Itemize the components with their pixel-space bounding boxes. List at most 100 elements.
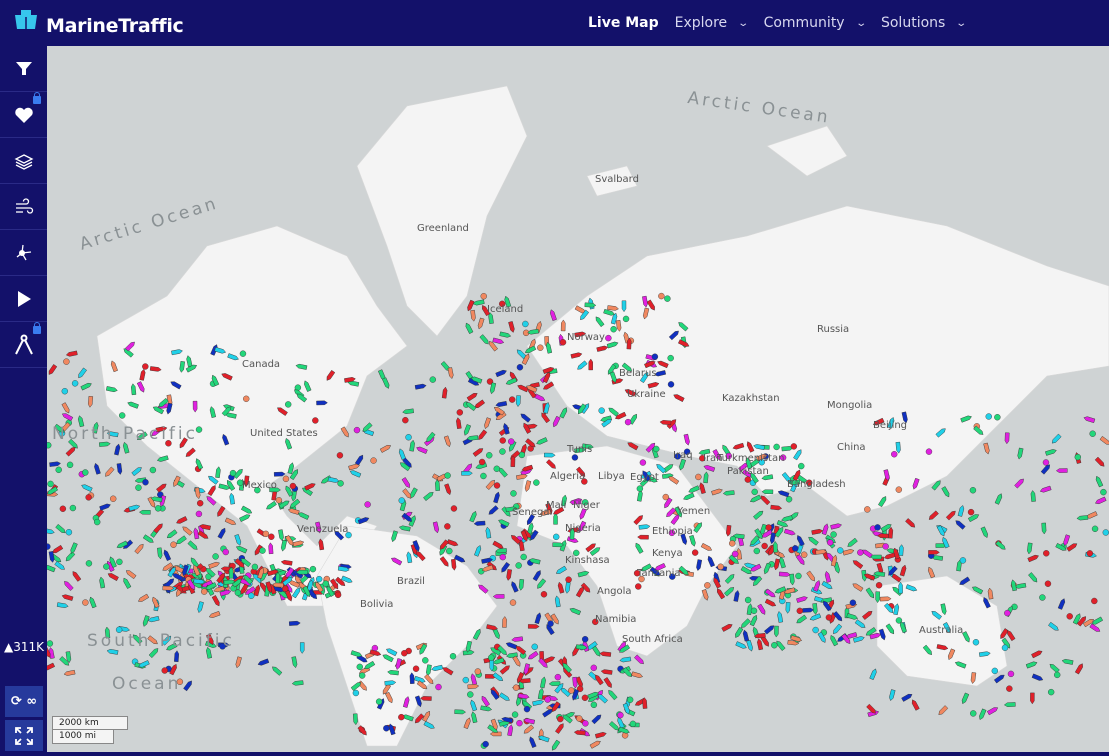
vessel-marker[interactable] <box>662 493 669 501</box>
vessel-marker[interactable] <box>137 593 150 603</box>
vessel-marker[interactable] <box>557 581 565 594</box>
vessel-marker[interactable] <box>446 539 459 547</box>
nav-solutions[interactable]: Solutions ⌄ <box>881 15 967 31</box>
vessel-marker[interactable] <box>857 549 864 556</box>
vessel-marker[interactable] <box>549 309 557 321</box>
vessel-marker[interactable] <box>651 353 659 360</box>
vessel-marker[interactable] <box>401 477 411 489</box>
vessel-marker[interactable] <box>512 655 522 668</box>
vessel-marker[interactable] <box>552 415 561 428</box>
vessel-marker[interactable] <box>846 613 859 620</box>
vessel-marker[interactable] <box>624 418 632 426</box>
vessel-marker[interactable] <box>61 412 74 422</box>
vessel-marker[interactable] <box>69 504 77 512</box>
vessel-marker[interactable] <box>268 533 275 540</box>
layers-button[interactable] <box>0 138 47 184</box>
vessel-marker[interactable] <box>830 523 842 530</box>
vessel-marker[interactable] <box>234 589 242 596</box>
vessel-marker[interactable] <box>470 699 478 712</box>
vessel-marker[interactable] <box>704 582 711 589</box>
vessel-marker[interactable] <box>742 629 750 642</box>
vessel-marker[interactable] <box>511 636 524 642</box>
vessel-marker[interactable] <box>1039 485 1052 493</box>
vessel-marker[interactable] <box>222 548 229 556</box>
vessel-marker[interactable] <box>174 650 180 663</box>
vessel-marker[interactable] <box>486 452 493 459</box>
vessel-marker[interactable] <box>383 725 390 732</box>
vessel-marker[interactable] <box>826 539 834 546</box>
vessel-marker[interactable] <box>409 439 416 452</box>
vessel-marker[interactable] <box>883 552 896 560</box>
vessel-marker[interactable] <box>869 668 878 681</box>
vessel-marker[interactable] <box>617 711 624 719</box>
vessel-marker[interactable] <box>540 676 546 689</box>
vessel-marker[interactable] <box>925 448 933 455</box>
vessel-marker[interactable] <box>635 583 642 590</box>
vessel-marker[interactable] <box>667 354 674 362</box>
vessel-marker[interactable] <box>658 292 665 300</box>
vessel-marker[interactable] <box>874 524 881 531</box>
vessel-marker[interactable] <box>463 424 472 436</box>
vessel-marker[interactable] <box>959 557 967 564</box>
vessel-marker[interactable] <box>195 510 203 518</box>
vessel-marker[interactable] <box>201 588 208 595</box>
vessel-marker[interactable] <box>493 465 500 472</box>
vessel-marker[interactable] <box>864 506 871 513</box>
vessel-marker[interactable] <box>505 377 518 386</box>
vessel-marker[interactable] <box>502 616 507 628</box>
vessel-marker[interactable] <box>131 466 143 477</box>
vessel-marker[interactable] <box>522 320 529 328</box>
vessel-marker[interactable] <box>375 698 383 705</box>
vessel-marker[interactable] <box>99 576 106 589</box>
vessel-marker[interactable] <box>299 642 305 654</box>
vessel-marker[interactable] <box>349 469 362 478</box>
vessel-marker[interactable] <box>414 713 425 725</box>
vessel-marker[interactable] <box>509 599 517 606</box>
vessel-marker[interactable] <box>796 607 804 615</box>
vessel-marker[interactable] <box>493 491 500 504</box>
vessel-marker[interactable] <box>322 580 329 587</box>
vessel-marker[interactable] <box>1027 542 1033 555</box>
vessel-marker[interactable] <box>993 673 1005 684</box>
vessel-marker[interactable] <box>809 613 822 622</box>
vessel-marker[interactable] <box>531 643 538 651</box>
vessel-marker[interactable] <box>81 483 93 492</box>
vessel-marker[interactable] <box>621 732 629 739</box>
vessel-marker[interactable] <box>905 518 916 528</box>
vessel-marker[interactable] <box>54 560 66 571</box>
vessel-marker[interactable] <box>196 500 204 507</box>
vessel-marker[interactable] <box>639 459 647 466</box>
vessel-marker[interactable] <box>234 534 242 546</box>
vessel-marker[interactable] <box>449 653 457 660</box>
vessel-marker[interactable] <box>483 417 492 430</box>
vessel-marker[interactable] <box>49 461 61 467</box>
vessel-marker[interactable] <box>1025 661 1038 669</box>
vessel-marker[interactable] <box>1048 621 1059 632</box>
vessel-marker[interactable] <box>598 407 605 414</box>
vessel-marker[interactable] <box>711 488 723 496</box>
vessel-marker[interactable] <box>208 610 221 619</box>
vessel-marker[interactable] <box>889 689 896 701</box>
vessel-marker[interactable] <box>954 519 966 530</box>
vessel-marker[interactable] <box>508 321 515 333</box>
vessel-marker[interactable] <box>605 334 612 342</box>
vessel-marker[interactable] <box>520 553 527 561</box>
vessel-marker[interactable] <box>353 426 361 434</box>
vessel-marker[interactable] <box>554 595 561 608</box>
vessel-marker[interactable] <box>512 684 520 691</box>
vessel-marker[interactable] <box>1066 542 1078 552</box>
vessel-marker[interactable] <box>732 550 739 558</box>
vessel-marker[interactable] <box>533 479 540 486</box>
vessel-marker[interactable] <box>354 454 364 466</box>
vessel-marker[interactable] <box>499 331 512 338</box>
vessel-marker[interactable] <box>527 624 540 629</box>
vessel-marker[interactable] <box>447 367 454 379</box>
vessel-marker[interactable] <box>285 401 292 408</box>
vessel-marker[interactable] <box>183 680 193 692</box>
vessel-marker[interactable] <box>114 443 121 456</box>
live-map[interactable]: Arctic Ocean Arctic Ocean South Pacific Oce… <box>47 46 1109 752</box>
vessel-marker[interactable] <box>187 540 199 551</box>
vessel-marker[interactable] <box>806 570 817 582</box>
vessel-marker[interactable] <box>795 572 802 580</box>
vessel-marker[interactable] <box>420 696 432 701</box>
